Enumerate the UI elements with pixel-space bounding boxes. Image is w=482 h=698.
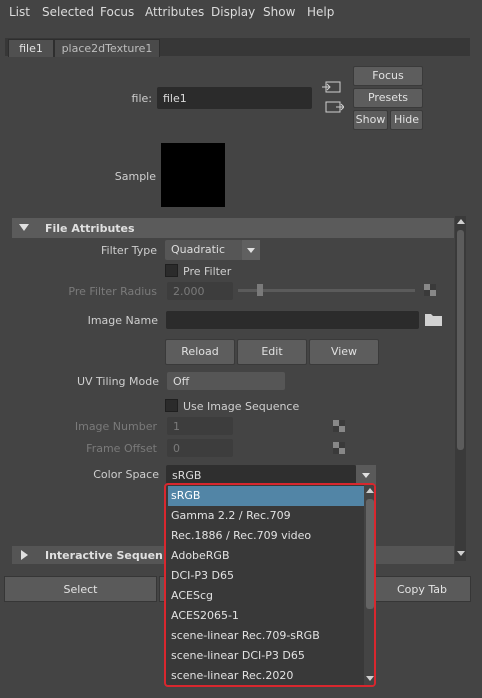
folder-icon[interactable] [425,312,442,326]
image-name-label: Image Name [87,314,158,327]
use-image-sequence-label: Use Image Sequence [183,400,300,413]
pre-filter-radius-field[interactable]: 2.000 [167,282,233,300]
menu-focus[interactable]: Focus [100,5,134,19]
scrollbar-thumb[interactable] [457,230,464,450]
color-space-option[interactable]: Rec.1886 / Rec.709 video [168,526,364,546]
presets-button[interactable]: Presets [353,88,423,108]
color-space-option[interactable]: scene-linear Rec.709-sRGB [168,626,364,646]
image-name-field[interactable] [166,311,419,329]
color-space-dropdown-button[interactable] [356,465,376,485]
view-button[interactable]: View [309,339,379,365]
frame-offset-field[interactable]: 0 [167,439,233,457]
scroll-up-icon[interactable] [457,218,465,226]
frame-offset-map-icon[interactable] [333,442,345,454]
pre-filter-radius-slider-handle[interactable] [257,284,263,296]
uv-tiling-mode-select[interactable]: Off [167,372,285,390]
interactive-sequence-title: Interactive Sequence Caching Options [45,549,163,562]
menu-selected[interactable]: Selected [42,5,94,19]
color-space-option[interactable]: Gamma 2.2 / Rec.709 [168,506,364,526]
menu-display[interactable]: Display [211,5,255,19]
dropdown-scrollbar-thumb[interactable] [366,499,374,609]
menu-list[interactable]: List [9,5,30,19]
color-space-option[interactable]: ACES2065-1 [168,606,364,626]
dropdown-scrollbar[interactable] [364,485,374,685]
uv-tiling-mode-label: UV Tiling Mode [76,375,159,388]
filter-type-select[interactable]: Quadratic [165,240,243,260]
collapse-triangle-icon [19,224,29,231]
hide-button[interactable]: Hide [390,110,423,130]
tab-file1[interactable]: file1 [8,39,54,57]
sample-swatch [161,143,225,207]
map-button-icon[interactable] [424,284,436,296]
scroll-down-icon[interactable] [366,675,374,683]
color-space-label: Color Space [93,468,159,481]
menu-bar: List Selected Focus Attributes Display S… [0,0,482,24]
chevron-down-icon [362,473,370,478]
file-label: file: [131,92,152,105]
sample-label: Sample [114,170,156,183]
color-space-option[interactable]: scene-linear Rec.2020 [168,666,364,685]
expand-triangle-icon [21,550,28,560]
pre-filter-label: Pre Filter [183,265,232,278]
color-space-option[interactable]: ACEScg [168,586,364,606]
color-space-option[interactable]: sRGB [168,486,364,506]
color-space-dropdown-list: sRGB Gamma 2.2 / Rec.709 Rec.1886 / Rec.… [164,483,376,687]
color-space-option[interactable]: AdobeRGB [168,546,364,566]
use-image-sequence-checkbox[interactable] [165,399,178,412]
color-space-option[interactable]: DCI-P3 D65 [168,566,364,586]
attribute-scrollbar[interactable] [455,216,466,561]
node-name-field[interactable]: file1 [157,87,312,109]
reload-button[interactable]: Reload [165,339,235,365]
menu-attributes[interactable]: Attributes [145,5,204,19]
scroll-up-icon[interactable] [366,487,374,495]
menu-show[interactable]: Show [263,5,295,19]
pre-filter-radius-label: Pre Filter Radius [68,285,157,298]
file-attributes-header[interactable]: File Attributes [12,218,454,238]
edit-button[interactable]: Edit [237,339,307,365]
input-output-connections-icon[interactable] [322,78,344,118]
chevron-down-icon [247,248,255,253]
menu-help[interactable]: Help [307,5,334,19]
color-space-select[interactable]: sRGB [166,465,356,485]
frame-offset-label: Frame Offset [86,442,157,455]
scroll-down-icon[interactable] [457,550,465,558]
color-space-option[interactable]: scene-linear DCI-P3 D65 [168,646,364,666]
select-button[interactable]: Select [4,576,157,602]
filter-type-dropdown-arrow[interactable] [242,240,260,260]
section-title: File Attributes [45,222,135,235]
image-number-field[interactable]: 1 [167,417,233,435]
keyframe-map-icon[interactable] [333,420,345,432]
pre-filter-checkbox[interactable] [165,264,178,277]
image-number-label: Image Number [74,420,157,433]
show-button[interactable]: Show [353,110,388,130]
focus-button[interactable]: Focus [353,66,423,86]
pre-filter-radius-slider-track[interactable] [238,289,415,292]
filter-type-label: Filter Type [100,244,157,257]
tab-place2dtexture1[interactable]: place2dTexture1 [54,39,160,57]
